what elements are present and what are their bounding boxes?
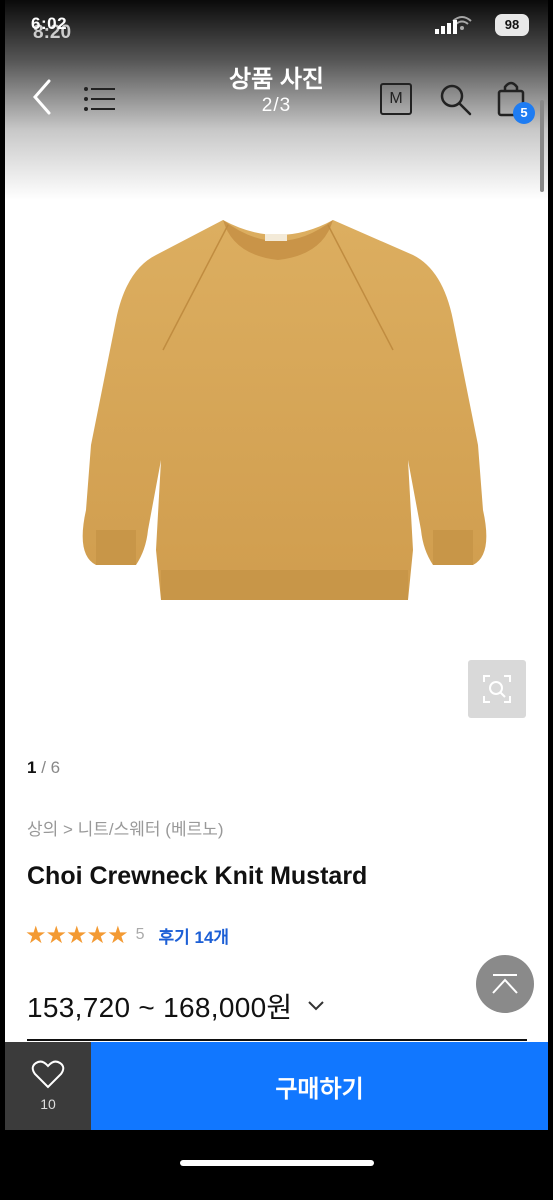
status-bar: 8:20 6:02 98 bbox=[5, 0, 548, 50]
rating-stars: ★★★★★ bbox=[25, 921, 129, 949]
heart-icon bbox=[31, 1060, 65, 1089]
zoom-button[interactable] bbox=[468, 660, 526, 718]
price-row[interactable]: 153,720 ~ 168,000원 bbox=[27, 986, 325, 1026]
price-range: 153,720 ~ 168,000원 bbox=[27, 992, 293, 1023]
bottom-action-bar: 10 구매하기 bbox=[5, 1042, 548, 1130]
chevron-down-icon[interactable] bbox=[307, 999, 325, 1013]
search-icon[interactable] bbox=[437, 81, 473, 117]
like-button[interactable]: 10 bbox=[5, 1042, 91, 1130]
product-image-sweater[interactable] bbox=[23, 210, 533, 610]
pager-total: / 6 bbox=[41, 758, 61, 777]
scrollbar[interactable] bbox=[540, 100, 544, 192]
zoom-search-icon bbox=[483, 675, 511, 703]
pager-current: 1 bbox=[27, 758, 37, 777]
status-time: 6:02 bbox=[31, 14, 68, 33]
like-count: 10 bbox=[40, 1096, 56, 1112]
scroll-to-top-button[interactable] bbox=[476, 955, 534, 1013]
rating-row: ★★★★★ 5 후기 14개 bbox=[25, 920, 229, 950]
image-pager: 1 / 6 bbox=[27, 758, 60, 778]
nav-bar: 상품 사진 2/3 M bbox=[5, 55, 548, 135]
review-count-link[interactable]: 후기 14개 bbox=[158, 923, 229, 948]
battery-indicator: 98 bbox=[495, 14, 529, 36]
buy-button[interactable]: 구매하기 bbox=[91, 1042, 548, 1130]
home-indicator[interactable] bbox=[180, 1160, 374, 1166]
m-icon-button[interactable]: M bbox=[380, 83, 412, 115]
divider bbox=[27, 1039, 527, 1041]
breadcrumb[interactable]: 상의 > 니트/스웨터 (베르노) bbox=[27, 815, 224, 840]
scroll-top-icon bbox=[492, 974, 518, 994]
rating-value: 5 bbox=[135, 926, 145, 943]
cart-count-badge: 5 bbox=[513, 102, 535, 124]
product-name: Choi Crewneck Knit Mustard bbox=[27, 862, 368, 890]
app-screen: 8:20 6:02 98 상품 사진 2/3 M 5 1 / 6 상의 > 니트… bbox=[5, 0, 548, 1130]
wifi-icon bbox=[452, 16, 472, 30]
